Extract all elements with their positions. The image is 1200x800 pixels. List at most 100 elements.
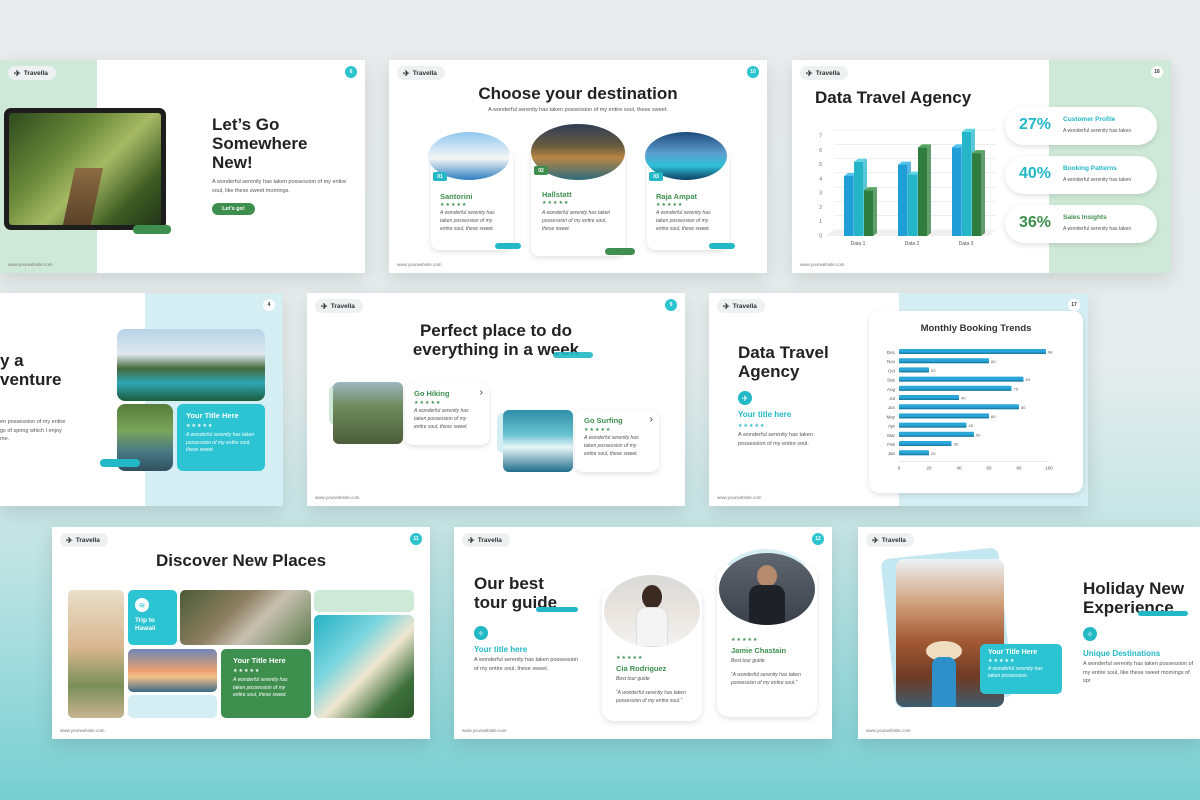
page-number: 4 bbox=[263, 299, 275, 311]
slide-title-line1: Our best bbox=[474, 574, 544, 593]
chart-card: Monthly Booking Trends Dec 98 Nov 60 Oct 20 Se… bbox=[869, 311, 1083, 493]
info-card[interactable]: Your Title Here ★★★★★ A wonderful sereni… bbox=[177, 404, 265, 471]
x-tick-label: 20 bbox=[926, 465, 932, 470]
plane-icon: ✈ bbox=[14, 68, 21, 78]
rating-stars: ★★★★★ bbox=[440, 202, 468, 208]
stat-card[interactable]: 27% Customer Profile A wonderful serenity … bbox=[1005, 107, 1157, 145]
hawaii-tile[interactable]: ≋ Trip to Hawaii bbox=[128, 590, 177, 645]
activity-name: Go Surfing bbox=[584, 416, 623, 425]
page-number: 10 bbox=[747, 66, 759, 78]
card-text: A wonderful serenity has taken possessio… bbox=[542, 210, 611, 232]
slide-title-line2: everything in a week bbox=[412, 340, 580, 359]
card-name: Raja Ampat bbox=[656, 192, 697, 201]
slide-lets-go[interactable]: ✈ Travella 6 Let’s Go Somewhere New! A wo… bbox=[0, 60, 365, 273]
footer-url: www.yourwebsite.com bbox=[60, 728, 105, 733]
slide-title-line2: Agency bbox=[738, 362, 800, 381]
y-tick-label: May bbox=[886, 414, 895, 419]
lets-go-button[interactable]: Let’s go! bbox=[212, 203, 255, 215]
brand-logo: ✈ Travella bbox=[800, 66, 848, 80]
guide-quote: “A wonderful serenity has taken possessi… bbox=[731, 672, 801, 686]
y-tick-label: Dec bbox=[887, 350, 896, 355]
stat-card[interactable]: 40% Booking Patterns A wonderful serenity … bbox=[1005, 156, 1157, 194]
sub-title: Your title here bbox=[474, 645, 528, 654]
slide-title: Data Travel Agency bbox=[815, 88, 972, 107]
slide-title-line1: Holiday New bbox=[1083, 579, 1185, 598]
destination-card[interactable]: 02 Hallstatt ★★★★★ A wonderful serenity … bbox=[531, 124, 625, 256]
stat-text: A wonderful serenity has taken bbox=[1063, 128, 1132, 134]
page-number: 9 bbox=[665, 299, 677, 311]
chevron-right-icon[interactable]: › bbox=[480, 387, 483, 398]
slide-data-agency-bars[interactable]: ✈ Travella 16 Data Travel Agency 0 1 2 3 4 5 6 7… bbox=[792, 60, 1171, 273]
stat-card[interactable]: 36% Sales Insights A wonderful serenity ha… bbox=[1005, 205, 1157, 243]
y-tick-label: Feb bbox=[887, 442, 895, 447]
card-title: Your Title Here bbox=[988, 649, 1038, 656]
y-tick-label: Jun bbox=[888, 405, 896, 410]
bar-shade bbox=[899, 361, 989, 364]
bar-shade bbox=[899, 389, 1012, 391]
rating-stars: ★★★★★ bbox=[731, 637, 759, 643]
y-tick-label: 6 bbox=[819, 148, 822, 154]
rating-stars: ★★★★★ bbox=[656, 202, 684, 208]
page-number: 12 bbox=[812, 533, 824, 545]
y-tick-label: Sep bbox=[887, 378, 896, 383]
bar-side bbox=[873, 187, 877, 236]
info-card[interactable]: Your Title Here ★★★★★ A wonderful sereni… bbox=[980, 644, 1062, 694]
data-label: 40 bbox=[961, 396, 966, 401]
brand-logo: ✈ Travella bbox=[397, 66, 445, 80]
slide-choose-destination[interactable]: ✈ Travella 10 Choose your destination A w… bbox=[389, 60, 767, 273]
data-label: 50 bbox=[976, 432, 981, 437]
plane-circle-icon: ✈ bbox=[738, 391, 752, 405]
activity-card-surfing[interactable]: Go Surfing ★★★★★ A wonderful serenity ha… bbox=[575, 410, 659, 472]
rating-stars: ★★★★★ bbox=[542, 200, 570, 206]
slide-title-line1: Data Travel bbox=[738, 343, 829, 362]
chevron-right-icon[interactable]: › bbox=[650, 414, 653, 425]
bar bbox=[962, 131, 971, 236]
info-card-green[interactable]: Your Title Here ★★★★★ A wonderful sereni… bbox=[221, 649, 311, 718]
rating-stars: ★★★★★ bbox=[738, 423, 766, 429]
guide-role: Best tour guide bbox=[731, 658, 765, 664]
plane-icon: ✈ bbox=[66, 535, 73, 545]
data-label: 45 bbox=[969, 423, 974, 428]
bar bbox=[898, 164, 907, 236]
rating-stars: ★★★★★ bbox=[988, 658, 1016, 664]
slide-tour-guide[interactable]: ✈ Travella 12 Our best tour guide ✧ Your … bbox=[454, 527, 832, 739]
slide-perfect-place[interactable]: ✈ Travella 9 Perfect place to do everythi… bbox=[307, 293, 685, 506]
y-tick-label: 0 bbox=[819, 234, 822, 240]
destination-card[interactable]: 01 Santorini ★★★★★ A wonderful serenity … bbox=[428, 132, 513, 250]
slide-body: en possession of my entire gs of spring … bbox=[0, 419, 66, 443]
y-tick-label: 3 bbox=[819, 191, 822, 197]
bar bbox=[972, 153, 981, 236]
tile-text: Trip to Hawaii bbox=[135, 617, 156, 633]
brand-logo: ✈ Travella bbox=[60, 533, 108, 547]
destination-card[interactable]: 03 Raja Ampat ★★★★★ A wonderful serenity… bbox=[645, 132, 729, 250]
guide-photo-woman bbox=[604, 575, 700, 647]
slide-title: Let’s Go Somewhere New! bbox=[212, 115, 308, 173]
y-tick-label: Nov bbox=[887, 359, 896, 364]
slide-booking-trends[interactable]: ✈ Travella 17 Data Travel Agency ✈ Your t… bbox=[709, 293, 1088, 506]
guide-name: Cia Rodriguez bbox=[616, 664, 667, 673]
stat-text: A wonderful serenity has taken bbox=[1063, 177, 1132, 183]
data-label: 20 bbox=[931, 451, 936, 456]
slide-adventure[interactable]: 4 y a venture en possession of my entire… bbox=[0, 293, 283, 506]
x-tick-label: Data 1 bbox=[851, 241, 866, 247]
plane-icon: ✈ bbox=[872, 535, 879, 545]
guide-card[interactable]: ★★★★★ Jamie Chastain Best tour guide “A … bbox=[717, 553, 817, 717]
guide-card[interactable]: ★★★★★ Cia Rodriguez Best tour guide “A w… bbox=[602, 575, 702, 721]
slide-title-line1: Perfect place to do bbox=[419, 321, 573, 340]
activity-name: Go Hiking bbox=[414, 389, 450, 398]
teal-brush bbox=[536, 607, 578, 612]
bar-shade bbox=[899, 380, 1024, 382]
slide-holiday[interactable]: ✈ Travella Your Title Here ★★★★★ A wonder… bbox=[858, 527, 1200, 739]
slide-discover[interactable]: ✈ Travella 11 Discover New Places ≋ Trip … bbox=[52, 527, 430, 739]
plane-icon: ✈ bbox=[403, 68, 410, 78]
card-text: A wonderful serenity has taken possessio… bbox=[233, 677, 288, 698]
x-tick-label: Data 3 bbox=[959, 241, 974, 247]
bar-shade bbox=[899, 435, 974, 437]
activity-card-hiking[interactable]: Go Hiking ★★★★★ A wonderful serenity has… bbox=[405, 383, 489, 445]
hiker-circle-icon: ✧ bbox=[474, 626, 488, 640]
y-tick-label: 1 bbox=[819, 219, 822, 225]
y-tick-label: 7 bbox=[819, 134, 822, 140]
slide-subtitle: A wonderful serenity has taken possessio… bbox=[488, 107, 668, 113]
teal-brush bbox=[100, 459, 140, 467]
aerial-beach-photo bbox=[314, 615, 414, 718]
